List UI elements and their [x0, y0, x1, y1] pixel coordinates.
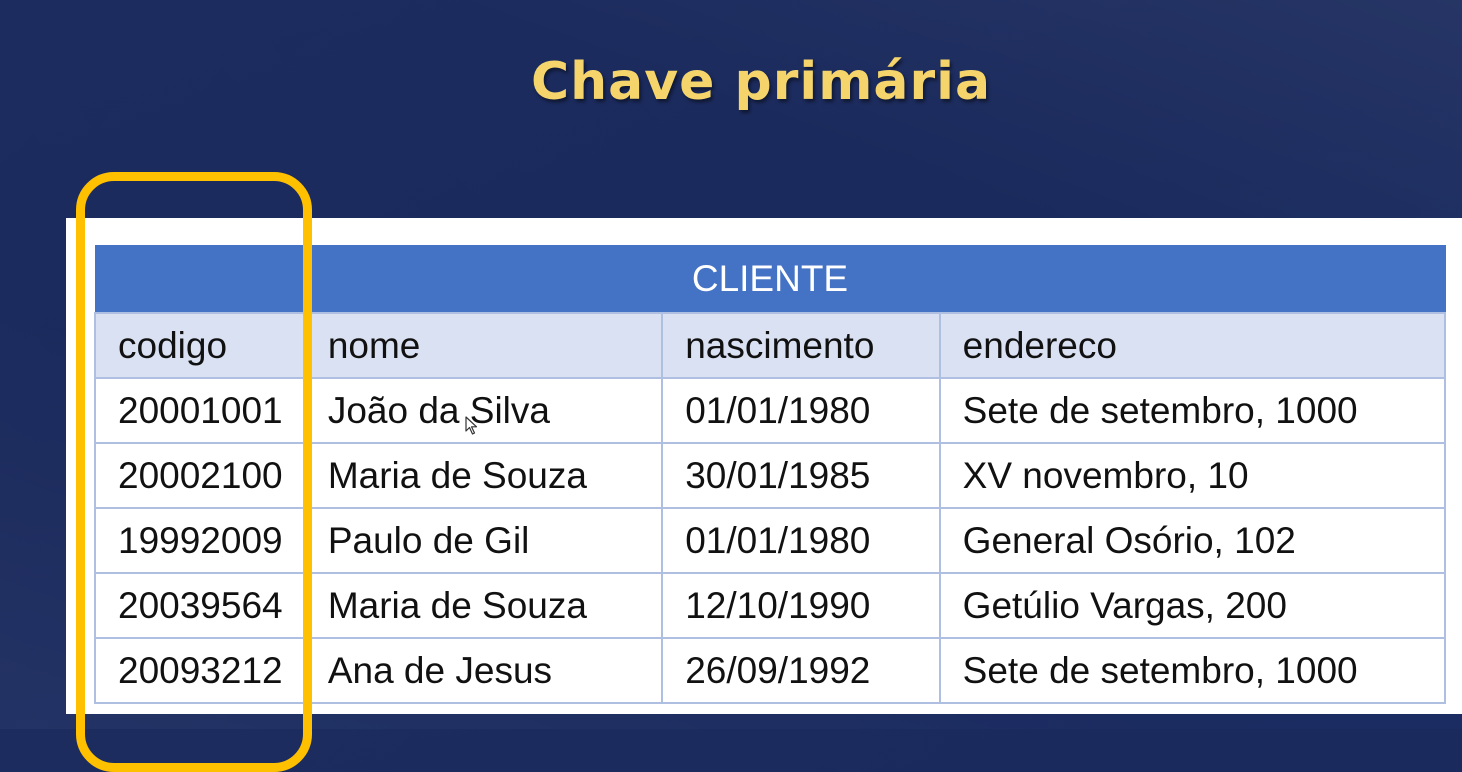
cell-endereco: Getúlio Vargas, 200	[938, 572, 1447, 639]
cell-nome: Paulo de Gil	[303, 507, 664, 574]
cell-endereco: XV novembro, 10	[938, 442, 1447, 509]
cell-nascimento: 01/01/1980	[661, 377, 941, 444]
cell-endereco: Sete de setembro, 1000	[938, 377, 1447, 444]
cell-nascimento: 01/01/1980	[661, 507, 941, 574]
column-header-endereco: endereco	[938, 312, 1447, 379]
cell-endereco: General Osório, 102	[938, 507, 1447, 574]
cell-nome: Maria de Souza	[303, 572, 664, 639]
column-header-nome: nome	[303, 312, 664, 379]
cell-nascimento: 26/09/1992	[661, 637, 941, 704]
cell-nascimento: 12/10/1990	[661, 572, 941, 639]
slide-title: Chave primária	[530, 52, 992, 112]
primary-key-highlight-box	[76, 172, 312, 772]
cell-endereco: Sete de setembro, 1000	[938, 637, 1447, 704]
cell-nome: Maria de Souza	[303, 442, 664, 509]
cell-nome: Ana de Jesus	[303, 637, 664, 704]
cell-nome: João da Silva	[303, 377, 664, 444]
column-header-nascimento: nascimento	[661, 312, 941, 379]
mouse-pointer-icon	[465, 416, 478, 435]
cell-nascimento: 30/01/1985	[661, 442, 941, 509]
